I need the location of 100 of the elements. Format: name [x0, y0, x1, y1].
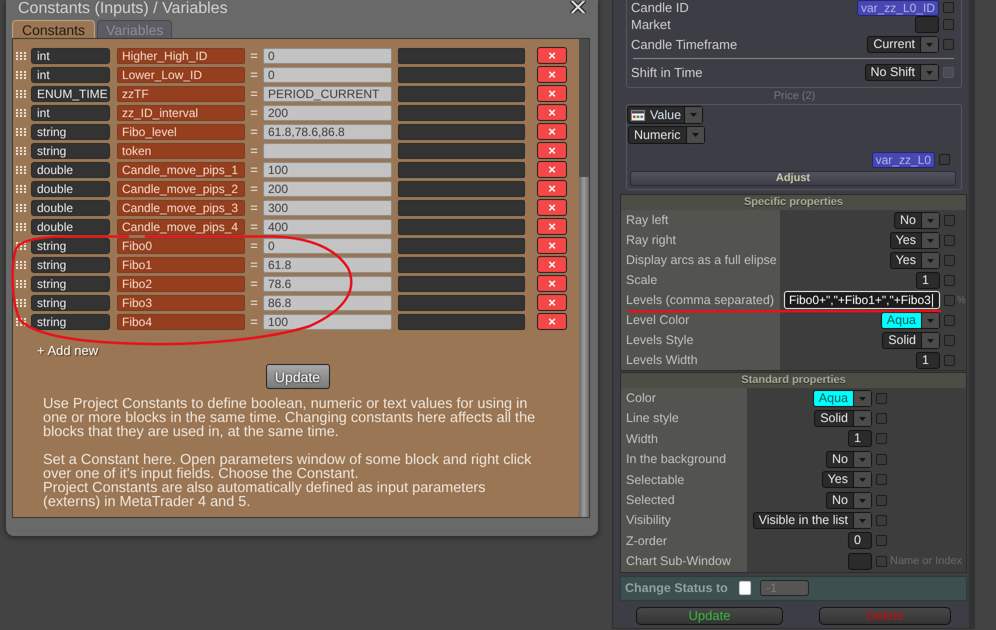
- text-field[interactable]: Fibo0+","+Fibo1+","+Fibo3: [784, 291, 940, 309]
- drag-handle-icon[interactable]: [16, 166, 26, 174]
- delete-button[interactable]: ×: [537, 161, 567, 178]
- input-field[interactable]: [398, 142, 525, 158]
- dropdown[interactable]: Aqua: [812, 390, 872, 407]
- type-field[interactable]: ENUM_TIME: [31, 86, 110, 102]
- name-field[interactable]: Fibo1: [117, 256, 245, 272]
- value-field[interactable]: 100: [263, 162, 392, 178]
- input-field[interactable]: [398, 256, 525, 272]
- value-field[interactable]: [263, 142, 392, 158]
- variable-field[interactable]: var_zz_L0_ID: [856, 0, 939, 16]
- drag-handle-icon[interactable]: [16, 70, 26, 78]
- dropdown[interactable]: Value: [627, 106, 704, 124]
- input-field[interactable]: [398, 86, 525, 102]
- value-field[interactable]: PERIOD_CURRENT: [263, 86, 392, 102]
- delete-button[interactable]: ×: [537, 47, 567, 64]
- drag-handle-icon[interactable]: [16, 128, 26, 136]
- input-field[interactable]: [398, 314, 525, 330]
- value-field[interactable]: 400: [263, 218, 392, 234]
- delete-button[interactable]: ×: [537, 104, 567, 121]
- dropdown[interactable]: No: [894, 212, 940, 228]
- delete-button[interactable]: ×: [537, 313, 567, 330]
- delete-button[interactable]: ×: [537, 218, 567, 235]
- value-field[interactable]: 0: [263, 66, 392, 82]
- variable-field[interactable]: var_zz_L0: [872, 152, 935, 168]
- name-field[interactable]: token: [117, 142, 245, 158]
- type-field[interactable]: string: [31, 124, 110, 140]
- checkbox[interactable]: [944, 214, 955, 226]
- checkbox[interactable]: [876, 392, 887, 404]
- tab[interactable]: Constants: [12, 20, 96, 38]
- dropdown[interactable]: Yes: [822, 471, 872, 488]
- value-field[interactable]: 78.6: [263, 276, 392, 292]
- value-field[interactable]: 61.8,78.6,86.8: [263, 124, 392, 140]
- checkbox[interactable]: [876, 494, 887, 506]
- name-field[interactable]: zzTF: [117, 86, 245, 102]
- checkbox[interactable]: [876, 474, 887, 486]
- value-field[interactable]: 100: [263, 314, 392, 330]
- input-field[interactable]: [915, 16, 939, 33]
- dropdown[interactable]: Yes: [890, 252, 940, 268]
- drag-handle-icon[interactable]: [16, 242, 26, 250]
- delete-button[interactable]: ×: [537, 256, 567, 273]
- drag-handle-icon[interactable]: [16, 90, 26, 98]
- drag-handle-icon[interactable]: [16, 222, 26, 230]
- checkbox[interactable]: [944, 354, 955, 366]
- add-new-link[interactable]: + Add new: [37, 343, 98, 358]
- delete-button[interactable]: ×: [537, 294, 567, 311]
- checkbox[interactable]: [943, 2, 954, 13]
- type-field[interactable]: string: [31, 256, 110, 272]
- drag-handle-icon[interactable]: [16, 260, 26, 268]
- dropdown[interactable]: Yes: [890, 232, 940, 248]
- name-field[interactable]: Candle_move_pips_3: [117, 200, 245, 216]
- type-field[interactable]: string: [31, 294, 110, 310]
- checkbox[interactable]: [943, 38, 954, 50]
- drag-handle-icon[interactable]: [16, 280, 26, 288]
- delete-button[interactable]: ×: [537, 66, 567, 83]
- type-field[interactable]: string: [31, 276, 110, 292]
- input-field[interactable]: 1: [916, 272, 940, 288]
- input-field[interactable]: [398, 200, 525, 216]
- scrollbar-thumb[interactable]: [579, 177, 589, 517]
- delete-button[interactable]: ×: [537, 142, 567, 159]
- type-field[interactable]: string: [31, 142, 110, 158]
- update-button[interactable]: Update: [636, 606, 783, 625]
- type-field[interactable]: double: [31, 218, 110, 234]
- adjust-button[interactable]: Adjust: [630, 171, 956, 186]
- input-field[interactable]: [848, 552, 872, 570]
- checkbox[interactable]: [944, 254, 955, 266]
- checkbox[interactable]: [876, 433, 887, 444]
- name-field[interactable]: Higher_High_ID: [117, 48, 245, 64]
- name-field[interactable]: zz_ID_interval: [117, 104, 245, 120]
- checkbox[interactable]: [944, 274, 955, 286]
- checkbox[interactable]: [876, 535, 887, 546]
- value-field[interactable]: 86.8: [263, 294, 392, 310]
- delete-button[interactable]: ×: [537, 199, 567, 216]
- delete-button[interactable]: ×: [537, 123, 567, 140]
- input-field[interactable]: [398, 66, 525, 82]
- name-field[interactable]: Fibo4: [117, 314, 245, 330]
- input-field[interactable]: [398, 180, 525, 196]
- drag-handle-icon[interactable]: [16, 184, 26, 192]
- delete-button[interactable]: ×: [537, 180, 567, 197]
- drag-handle-icon[interactable]: [16, 52, 26, 60]
- checkbox[interactable]: [876, 556, 887, 567]
- drag-handle-icon[interactable]: [16, 146, 26, 154]
- type-field[interactable]: double: [31, 200, 110, 216]
- name-field[interactable]: Fibo_level: [117, 124, 245, 140]
- checkbox[interactable]: [944, 294, 955, 306]
- close-icon[interactable]: [570, 1, 586, 13]
- name-field[interactable]: Candle_move_pips_1: [117, 162, 245, 178]
- type-field[interactable]: string: [31, 238, 110, 254]
- dropdown[interactable]: Current: [867, 36, 939, 52]
- dropdown[interactable]: Solid: [882, 332, 940, 348]
- value-field[interactable]: 200: [263, 180, 392, 196]
- delete-button[interactable]: ×: [537, 275, 567, 292]
- delete-button[interactable]: ×: [537, 85, 567, 102]
- value-field[interactable]: 61.8: [263, 256, 392, 272]
- input-field[interactable]: [398, 162, 525, 178]
- name-field[interactable]: Fibo2: [117, 276, 245, 292]
- input-field[interactable]: [398, 238, 525, 254]
- name-field[interactable]: Candle_move_pips_4: [117, 218, 245, 234]
- checkbox[interactable]: [944, 334, 955, 346]
- input-field[interactable]: [398, 104, 525, 120]
